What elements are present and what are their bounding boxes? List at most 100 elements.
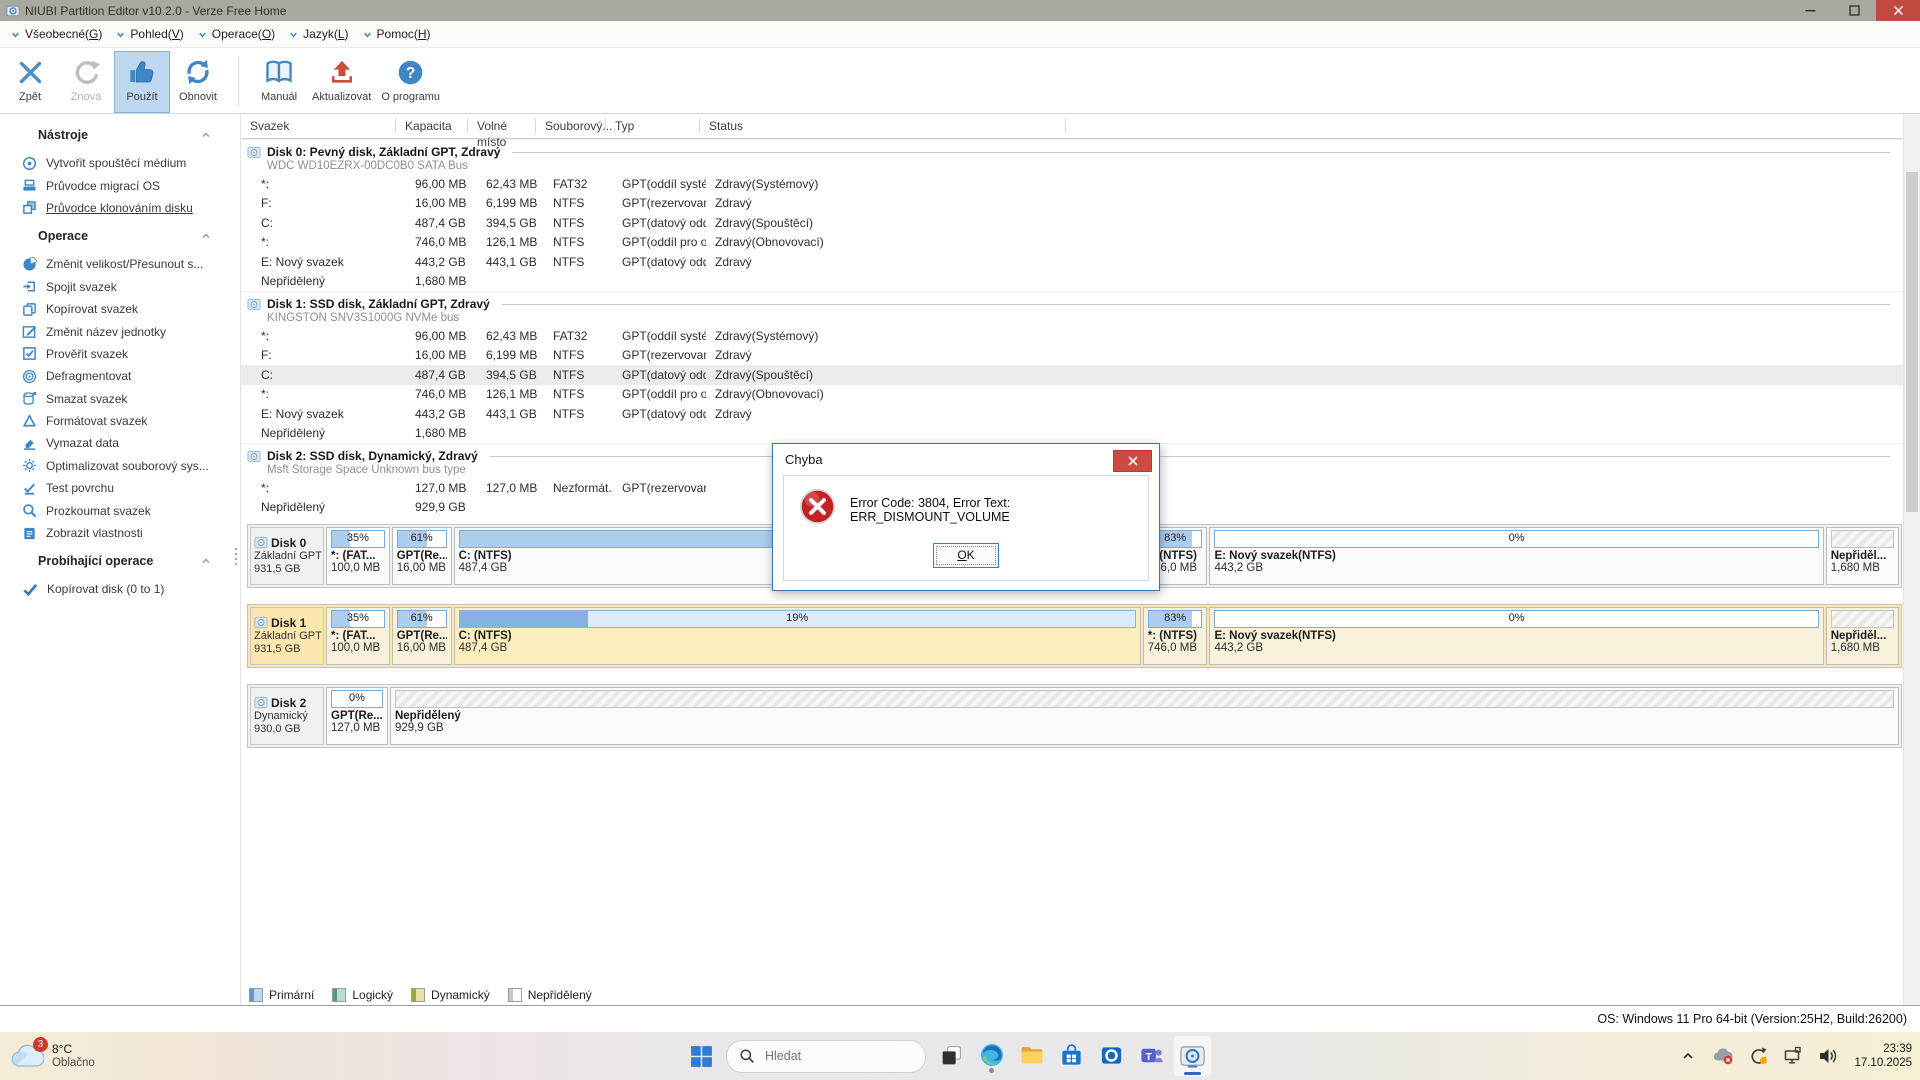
- sidebar-item[interactable]: Změnit název jednotky: [0, 320, 240, 342]
- update-arrow-button[interactable]: Aktualizovat: [307, 51, 376, 113]
- taskbar-app-microsoft-store[interactable]: [1053, 1035, 1090, 1075]
- partition-block[interactable]: Nepřiděl... 1,680 MB: [1826, 607, 1899, 665]
- column-header[interactable]: Status: [700, 118, 1066, 134]
- refresh-button[interactable]: Obnovit: [170, 51, 226, 113]
- sidebar-item[interactable]: Defragmentovat: [0, 365, 240, 387]
- sidebar-item[interactable]: Prozkoumat svazek: [0, 499, 240, 521]
- apply-thumb-button[interactable]: Použít: [114, 51, 170, 113]
- sidebar-item[interactable]: Formátovat svazek: [0, 410, 240, 432]
- partition-block[interactable]: 35% *: (FAT... 100,0 MB: [326, 527, 390, 585]
- sidebar-item[interactable]: Optimalizovat souborový sys...: [0, 455, 240, 477]
- menu-pohledv[interactable]: Pohled(V): [113, 21, 194, 47]
- sidebar-item[interactable]: Zobrazit vlastnosti: [0, 522, 240, 544]
- legend-swatch: [508, 988, 522, 1002]
- volume-row[interactable]: *:96,00 MB62,43 MBFAT32GPT(oddíl systém.…: [241, 326, 1904, 346]
- collapse-button[interactable]: [200, 230, 212, 245]
- volume-row[interactable]: C:487,4 GB394,5 GBNTFSGPT(datový oddíl)Z…: [241, 365, 1904, 385]
- taskbar-app-outlook[interactable]: [1093, 1035, 1130, 1075]
- sidebar-item[interactable]: Vymazat data: [0, 432, 240, 454]
- sidebar-item[interactable]: Smazat svazek: [0, 388, 240, 410]
- disk-group-header[interactable]: Disk 1: SSD disk, Základní GPT, Zdravý K…: [241, 292, 1904, 326]
- clock-time: 23:39: [1854, 1042, 1912, 1057]
- tray-display-device[interactable]: [1780, 1043, 1806, 1069]
- taskbar-app-niubi-partition-editor[interactable]: [1173, 1035, 1212, 1077]
- minimize-button[interactable]: [1788, 0, 1832, 21]
- taskbar-search[interactable]: [726, 1040, 926, 1073]
- disk-group-header[interactable]: Disk 0: Pevný disk, Základní GPT, Zdravý…: [241, 140, 1904, 174]
- tray-tray-expand[interactable]: [1675, 1043, 1701, 1069]
- splitter-grip[interactable]: [233, 548, 239, 565]
- volume-row[interactable]: *:96,00 MB62,43 MBFAT32GPT(oddíl systém.…: [241, 174, 1904, 194]
- partition-block[interactable]: Nepřidělený 929,9 GB: [390, 687, 1899, 745]
- window-titlebar[interactable]: NIUBI Partition Editor v10.2.0 - Verze F…: [0, 0, 1920, 21]
- sidebar-item[interactable]: Spojit svazek: [0, 276, 240, 298]
- sidebar-item[interactable]: Vytvořit spouštěcí médium: [0, 152, 240, 174]
- partition-block[interactable]: 19% C: (NTFS) 487,4 GB: [454, 607, 1141, 665]
- column-header[interactable]: Typ: [606, 118, 700, 134]
- volume-row[interactable]: F:16,00 MB6,199 MBNTFSGPT(rezervovaný...…: [241, 194, 1904, 214]
- disk-info[interactable]: Disk 1 Základní GPT 931,5 GB: [250, 607, 324, 665]
- volume-row[interactable]: *:746,0 MB126,1 MBNTFSGPT(oddíl pro ob..…: [241, 233, 1904, 253]
- sidebar-item[interactable]: Kopírovat svazek: [0, 298, 240, 320]
- menu-pomoch[interactable]: Pomoc(H): [360, 21, 442, 47]
- partition-block[interactable]: 0% E: Nový svazek(NTFS) 443,2 GB: [1209, 527, 1823, 585]
- sidebar-item[interactable]: Změnit velikost/Přesunout s...: [0, 253, 240, 275]
- search-input[interactable]: [763, 1048, 897, 1064]
- about-help-button[interactable]: ?O programu: [376, 51, 445, 113]
- redo-button[interactable]: Znova: [58, 51, 114, 113]
- taskbar-app-file-explorer[interactable]: [1013, 1035, 1050, 1075]
- volume-row[interactable]: E: Nový svazek443,2 GB443,1 GBNTFSGPT(da…: [241, 404, 1904, 424]
- partition-block[interactable]: Nepřiděl... 1,680 MB: [1826, 527, 1899, 585]
- scrollbar-thumb[interactable]: [1906, 172, 1918, 512]
- volume-row[interactable]: Nepřidělený1,680 MB: [241, 424, 1904, 444]
- partition-block[interactable]: 0% E: Nový svazek(NTFS) 443,2 GB: [1209, 607, 1823, 665]
- disk-info[interactable]: Disk 2 Dynamický 930,0 GB: [250, 687, 324, 745]
- start-button[interactable]: [683, 1038, 719, 1074]
- partition-block[interactable]: 61% GPT(Re... 16,00 MB: [392, 607, 452, 665]
- column-header[interactable]: Souborový...: [536, 118, 606, 134]
- undo-button[interactable]: Zpět: [2, 51, 58, 113]
- partition-block[interactable]: 35% *: (FAT... 100,0 MB: [326, 607, 390, 665]
- tray-volume[interactable]: [1815, 1043, 1841, 1069]
- surface-test-icon: [22, 481, 37, 496]
- sidebar-item[interactable]: Průvodce klonováním disku: [0, 197, 240, 219]
- disk-info[interactable]: Disk 0 Základní GPT 931,5 GB: [250, 527, 324, 585]
- volume-row[interactable]: *:746,0 MB126,1 MBNTFSGPT(oddíl pro ob..…: [241, 385, 1904, 405]
- resize-icon: [22, 257, 37, 272]
- manual-book-button[interactable]: Manuál: [251, 51, 307, 113]
- sidebar-item[interactable]: Průvodce migrací OS: [0, 174, 240, 196]
- column-header[interactable]: Svazek: [241, 118, 396, 134]
- ok-button[interactable]: OK: [933, 543, 999, 568]
- partition-block[interactable]: 83% *: (NTFS) 746,0 MB: [1143, 607, 1208, 665]
- volume-icon: [1818, 1046, 1838, 1066]
- menu-operaceo[interactable]: Operace(O): [195, 21, 286, 47]
- taskbar-app-task-view[interactable]: [933, 1035, 970, 1075]
- dialog-close-button[interactable]: [1113, 450, 1152, 472]
- close-button[interactable]: [1876, 0, 1920, 21]
- sidebar-item[interactable]: Prověřit svazek: [0, 343, 240, 365]
- maximize-button[interactable]: [1832, 0, 1876, 21]
- sidebar-item[interactable]: Test povrchu: [0, 477, 240, 499]
- taskbar-clock[interactable]: 23:39 17.10.2025: [1854, 1042, 1912, 1071]
- partition-block[interactable]: 61% GPT(Re... 16,00 MB: [392, 527, 452, 585]
- taskbar-app-teams[interactable]: T: [1133, 1035, 1170, 1075]
- volume-row[interactable]: C:487,4 GB394,5 GBNTFSGPT(datový oddíl)Z…: [241, 213, 1904, 233]
- column-header[interactable]: Kapacita: [396, 118, 468, 134]
- toolbar: Zpět Znova Použít Obnovit Manuál Aktuali…: [0, 48, 1920, 114]
- vertical-scrollbar[interactable]: [1903, 114, 1920, 1006]
- volume-row[interactable]: Nepřidělený1,680 MB: [241, 272, 1904, 292]
- volume-row[interactable]: F:16,00 MB6,199 MBNTFSGPT(rezervovaný...…: [241, 346, 1904, 366]
- sidebar-item[interactable]: Kopírovat disk (0 to 1): [0, 578, 240, 600]
- column-header[interactable]: Volné místo: [468, 118, 536, 134]
- taskbar-app-edge[interactable]: [973, 1035, 1010, 1075]
- menu-veobecng[interactable]: Všeobecné(G): [8, 21, 113, 47]
- sidebar-section: Nástroje Vytvořit spouštěcí médium Průvo…: [0, 128, 240, 219]
- weather-widget[interactable]: 3 8°C Oblačno: [10, 1032, 95, 1080]
- partition-block[interactable]: 0% GPT(Re... 127,0 MB: [326, 687, 388, 745]
- collapse-button[interactable]: [200, 129, 212, 144]
- collapse-button[interactable]: [200, 555, 212, 570]
- menu-jazykl[interactable]: Jazyk(L): [286, 21, 359, 47]
- tray-onedrive-status[interactable]: [1710, 1043, 1736, 1069]
- volume-row[interactable]: E: Nový svazek443,2 GB443,1 GBNTFSGPT(da…: [241, 252, 1904, 272]
- tray-sync-status[interactable]: [1745, 1043, 1771, 1069]
